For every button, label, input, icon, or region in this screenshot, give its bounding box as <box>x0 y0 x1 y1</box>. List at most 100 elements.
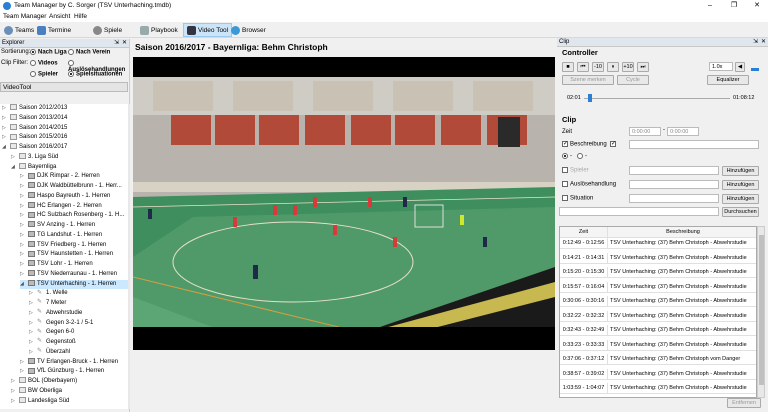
video-tool-button[interactable]: Video Tool <box>183 23 233 37</box>
collapsed-arrow-icon[interactable]: ▷ <box>20 260 28 269</box>
tree-item[interactable]: ◢ Bayernliga <box>11 162 56 172</box>
tree-item[interactable]: ▷ 3. Liga Süd <box>11 153 58 162</box>
mode-radio-2[interactable]: - <box>577 153 587 160</box>
collapsed-arrow-icon[interactable]: ▷ <box>29 348 37 357</box>
table-row[interactable]: 0:38:57 - 0:39:02 TSV Unterhaching: (37) … <box>560 368 756 380</box>
entfernen-button[interactable]: Entfernen <box>727 398 761 408</box>
collapsed-arrow-icon[interactable]: ▷ <box>2 104 10 113</box>
seek-bar[interactable] <box>584 98 730 99</box>
tree-item[interactable]: ▷ TSV Haunstetten - 1. Herren <box>20 250 113 259</box>
situation-checkbox[interactable]: Situation <box>562 195 593 202</box>
spieler-add-button[interactable]: Hinzufügen <box>722 166 759 176</box>
tree-item[interactable]: ▷ BW Oberliga <box>11 387 62 396</box>
collapsed-arrow-icon[interactable]: ▷ <box>20 241 28 250</box>
tree-item[interactable]: ◢ Saison 2016/2017 <box>2 143 67 152</box>
tree-item[interactable]: ▷ ✎ Gegen 6-0 <box>29 328 74 337</box>
table-row[interactable]: 0:32:43 - 0:32:49 TSV Unterhaching: (37) … <box>560 325 756 336</box>
tree-item[interactable]: ▷ ✎ Gegenstoß <box>29 338 76 347</box>
situation-add-button[interactable]: Hinzufügen <box>722 194 759 204</box>
table-row[interactable]: 0:37:06 - 0:37:12 TSV Unterhaching: (37) … <box>560 354 756 365</box>
collapsed-arrow-icon[interactable]: ▷ <box>20 202 28 211</box>
pin-icon[interactable]: ⇲ <box>753 38 758 47</box>
expanded-arrow-icon[interactable]: ◢ <box>11 163 19 172</box>
search-input[interactable] <box>559 207 719 216</box>
scrollbar-thumb[interactable] <box>759 235 764 385</box>
collapsed-arrow-icon[interactable]: ▷ <box>20 367 28 376</box>
skip-forward-button[interactable]: ⏭ <box>637 62 649 72</box>
collapsed-arrow-icon[interactable]: ▷ <box>29 299 37 308</box>
table-row[interactable]: 0:15:20 - 0:15:30 TSV Unterhaching: (37) … <box>560 267 756 278</box>
ausloese-select[interactable] <box>629 180 719 189</box>
seek-thumb[interactable] <box>588 94 593 102</box>
ausloese-checkbox[interactable]: Auslösehandlung <box>562 181 616 188</box>
tree-item[interactable]: ▷ HC Erlangen - 2. Herren <box>20 201 102 211</box>
collapsed-arrow-icon[interactable]: ▷ <box>29 338 37 347</box>
tree-item[interactable]: ▷ SV Anzing - 1. Herren <box>20 221 95 230</box>
durchsuchen-button[interactable]: Durchsuchen <box>722 207 759 217</box>
tree-item[interactable]: ▷ ✎ Abwehrstudie <box>29 309 82 318</box>
table-row[interactable]: 0:15:57 - 0:16:04 TSV Unterhaching: (37) … <box>560 281 756 293</box>
video-player[interactable] <box>133 57 555 350</box>
collapsed-arrow-icon[interactable]: ▷ <box>20 192 28 201</box>
playbook-button[interactable]: Playbook <box>137 23 181 37</box>
collapsed-arrow-icon[interactable]: ▷ <box>2 114 10 123</box>
termine-button[interactable]: Termine <box>34 23 74 37</box>
tree-item[interactable]: ▷ ✎ 7 Meter <box>29 299 66 308</box>
spiele-button[interactable]: Spiele <box>90 23 125 37</box>
tree-item[interactable]: ▷ ✎ 1. Welle <box>29 289 68 298</box>
col-beschreibung-header[interactable]: Beschreibung <box>610 227 756 238</box>
table-row[interactable]: 1:03:59 - 1:04:07 TSV Unterhaching: (37) … <box>560 383 756 394</box>
sort-liga-option[interactable]: Nach Liga <box>30 49 67 56</box>
table-row[interactable]: 0:32:22 - 0:32:32 TSV Unterhaching: (37) … <box>560 310 756 322</box>
collapsed-arrow-icon[interactable]: ▷ <box>20 221 28 230</box>
table-row[interactable]: 0:30:06 - 0:30:16 TSV Unterhaching: (37) … <box>560 296 756 307</box>
tree-item[interactable]: ▷ Saison 2012/2013 <box>2 104 67 113</box>
table-row[interactable]: 0:12:49 - 0:12:56 TSV Unterhaching: (37) … <box>560 238 756 249</box>
tree-item[interactable]: ▷ TSV Friedberg - 1. Herren <box>20 240 106 250</box>
szene-merken-button[interactable]: Szene merken <box>562 75 614 85</box>
tree-item[interactable]: ◢ TSV Unterhaching - 1. Herren <box>20 279 128 289</box>
menu-ansicht[interactable]: Ansicht <box>49 13 70 20</box>
collapsed-arrow-icon[interactable]: ▷ <box>20 231 28 240</box>
collapsed-arrow-icon[interactable]: ▷ <box>11 153 19 162</box>
expanded-arrow-icon[interactable]: ◢ <box>2 143 10 152</box>
situation-select[interactable] <box>629 194 719 203</box>
close-icon[interactable]: ✕ <box>122 39 127 48</box>
collapsed-arrow-icon[interactable]: ▷ <box>20 182 28 191</box>
volume-button[interactable]: ◀ <box>735 62 745 72</box>
teams-button[interactable]: Teams <box>1 23 37 37</box>
tree-item[interactable]: ▷ VfL Günzburg - 1. Herren <box>20 367 104 376</box>
tree-item[interactable]: ▷ Haspo Bayreuth - 1. Herren <box>20 192 110 201</box>
collapsed-arrow-icon[interactable]: ▷ <box>29 289 37 298</box>
plus10-button[interactable]: +10 <box>622 62 634 72</box>
collapsed-arrow-icon[interactable]: ▷ <box>20 211 28 220</box>
close-icon[interactable]: ✕ <box>747 1 767 11</box>
collapsed-arrow-icon[interactable]: ▷ <box>29 328 37 337</box>
zeit-to-field[interactable]: 0:00:00 <box>667 127 699 136</box>
tree-scrollbar[interactable] <box>128 104 130 409</box>
collapsed-arrow-icon[interactable]: ▷ <box>29 319 37 328</box>
sort-verein-option[interactable]: Nach Verein <box>68 49 110 56</box>
table-row[interactable]: 0:33:23 - 0:33:33 TSV Unterhaching: (37) … <box>560 339 756 351</box>
beschreibung-enable-checkbox[interactable] <box>610 140 618 148</box>
pin-icon[interactable]: ⇲ <box>114 39 119 48</box>
minimize-icon[interactable]: – <box>700 1 720 11</box>
table-row[interactable]: 0:14:21 - 0:14:31 TSV Unterhaching: (37) … <box>560 252 756 264</box>
skip-back-button[interactable]: ⏮ <box>577 62 589 72</box>
browser-button[interactable]: Browser <box>228 23 269 37</box>
tree-item[interactable]: ▷ HC Sulzbach Rosenberg - 1. H... <box>20 211 124 220</box>
tree-item[interactable]: ▷ TG Landshut - 1. Herren <box>20 231 102 240</box>
collapsed-arrow-icon[interactable]: ▷ <box>11 387 19 396</box>
tree-item[interactable]: ▷ TSV Lohr - 1. Herren <box>20 260 93 269</box>
tab-videotool[interactable]: VideoTool <box>0 82 128 92</box>
collapsed-arrow-icon[interactable]: ▷ <box>20 270 28 279</box>
tree-item[interactable]: ▷ DJK Rimpar - 2. Herren <box>20 172 100 181</box>
tree-item[interactable]: ▷ DJK Waldbüttelbrunn - 1. Herr... <box>20 182 122 191</box>
tree-item[interactable]: ▷ Saison 2014/2015 <box>2 123 67 133</box>
ausloese-add-button[interactable]: Hinzufügen <box>722 180 759 190</box>
collapsed-arrow-icon[interactable]: ▷ <box>20 358 28 367</box>
collapsed-arrow-icon[interactable]: ▷ <box>29 309 37 318</box>
collapsed-arrow-icon[interactable]: ▷ <box>11 397 19 406</box>
cycle-button[interactable]: Cycle <box>617 75 649 85</box>
beschreibung-checkbox[interactable]: Beschreibung <box>562 140 607 148</box>
